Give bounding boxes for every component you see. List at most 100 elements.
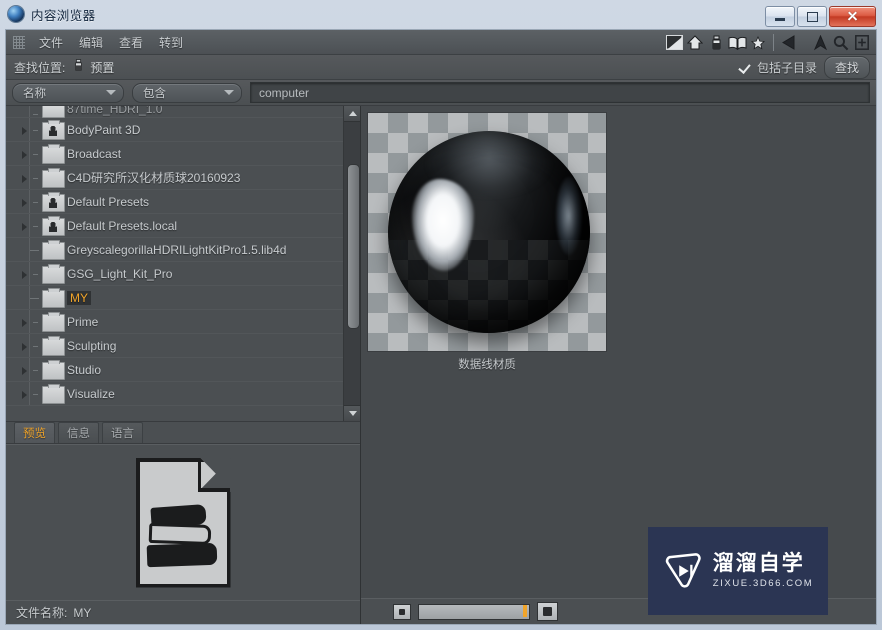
large-square [543, 607, 552, 616]
folder-preset-icon [42, 216, 65, 236]
folder-tree: 87time_HDRI_1.0 BodyPaint 3D Broadcast C… [6, 106, 343, 421]
scroll-down-button[interactable] [344, 405, 360, 421]
menu-view[interactable]: 查看 [111, 32, 151, 53]
sphere-inner-shadow [388, 131, 590, 333]
expand-arrow-icon[interactable] [22, 151, 27, 159]
small-thumbnail-icon[interactable] [393, 603, 411, 620]
edit-pencil-icon[interactable] [664, 33, 684, 53]
drag-grip-icon[interactable] [13, 35, 25, 49]
books-stack [146, 503, 220, 574]
material-sphere-preview[interactable] [367, 112, 607, 352]
tree-guide-line [29, 106, 30, 117]
tree-item-label: Sculpting [67, 338, 117, 353]
tree-dash [33, 154, 38, 155]
expand-arrow-icon[interactable] [22, 127, 27, 135]
field-combo[interactable]: 名称 [12, 82, 124, 103]
page-fold [197, 457, 231, 492]
tree-item-bodypaint3d[interactable]: BodyPaint 3D [6, 118, 343, 142]
expand-arrow-icon[interactable] [22, 367, 27, 375]
search-icon[interactable] [831, 33, 851, 53]
tree-item-87time[interactable]: 87time_HDRI_1.0 [6, 106, 343, 118]
expand-arrow-icon[interactable] [22, 223, 27, 231]
tree-vertical-scrollbar[interactable] [343, 106, 360, 421]
folder-icon [42, 106, 65, 118]
tree-item-label: Broadcast [67, 146, 122, 161]
tree-item-sculpting[interactable]: Sculpting [6, 334, 343, 358]
expand-arrow-icon[interactable] [22, 319, 27, 327]
folder-icon [42, 288, 65, 308]
tree-item-label: C4D研究所汉化材质球20160923 [67, 171, 241, 185]
menu-goto[interactable]: 转到 [151, 32, 191, 53]
window-controls [765, 6, 876, 27]
toolbar [664, 30, 872, 55]
small-square [399, 608, 405, 615]
tree-item-my[interactable]: MY [6, 286, 343, 310]
slider-knob[interactable] [523, 604, 527, 617]
expand-arrow-icon[interactable] [22, 175, 27, 183]
folder-icon [42, 384, 65, 404]
scroll-up-button[interactable] [344, 106, 360, 122]
tab-language[interactable]: 语言 [102, 422, 143, 443]
menu-file[interactable]: 文件 [31, 32, 71, 53]
tree-guide-line [29, 358, 30, 381]
watermark: 溜溜自学 ZIXUE.3D66.COM [648, 527, 828, 615]
tree-dash [33, 178, 38, 179]
search-button[interactable]: 查找 [823, 56, 870, 79]
tab-preview[interactable]: 预览 [14, 422, 55, 443]
minimize-button[interactable] [765, 6, 795, 27]
tree-dash [33, 130, 38, 131]
content-grid[interactable]: 数据线材质 [361, 106, 876, 598]
preset-bottle-icon [73, 58, 84, 77]
tree-item-gsg-light-kit-pro[interactable]: GSG_Light_Kit_Pro [6, 262, 343, 286]
maximize-button[interactable] [797, 6, 827, 27]
thumbnail-item[interactable]: 数据线材质 [367, 112, 607, 372]
folder-icon [42, 312, 65, 332]
tree-item-studio[interactable]: Studio [6, 358, 343, 382]
search-input[interactable]: computer [250, 82, 870, 103]
filter-bar: 名称 包含 computer [6, 80, 876, 106]
scrollbar-thumb[interactable] [347, 164, 360, 329]
tab-info[interactable]: 信息 [58, 422, 99, 443]
tree-dash [33, 346, 38, 347]
library-book-icon[interactable] [727, 33, 747, 53]
tree-item-c4d-research[interactable]: C4D研究所汉化材质球20160923 [6, 166, 343, 190]
tree-item-broadcast[interactable]: Broadcast [6, 142, 343, 166]
back-arrow-icon[interactable] [779, 33, 799, 53]
folder-icon [42, 264, 65, 284]
application-window: 内容浏览器 文件 编辑 查看 转到 查找位置: 预置 包括子目录 查找 名称 包… [0, 0, 882, 630]
preset-bottle-icon[interactable] [706, 33, 726, 53]
tree-item-visualize[interactable]: Visualize [6, 382, 343, 406]
expand-arrow-icon[interactable] [22, 199, 27, 207]
tree-item-prime[interactable]: Prime [6, 310, 343, 334]
menu-edit[interactable]: 编辑 [71, 32, 111, 53]
toolbar-separator [773, 34, 774, 51]
tree-item-label: GSG_Light_Kit_Pro [67, 266, 173, 281]
tree-item-default-presets-local[interactable]: Default Presets.local [6, 214, 343, 238]
favorite-star-icon[interactable] [748, 33, 768, 53]
expand-arrow-icon[interactable] [22, 391, 27, 399]
match-combo[interactable]: 包含 [132, 82, 242, 103]
include-subdirs-checkbox[interactable] [739, 62, 750, 73]
tree-dash [33, 394, 38, 395]
filename-label: 文件名称: [16, 606, 68, 620]
document-books-icon [135, 457, 231, 588]
large-thumbnail-icon[interactable] [537, 602, 558, 621]
expand-arrow-icon[interactable] [22, 343, 27, 351]
play-button-logo [665, 553, 701, 588]
filename-value: MY [73, 605, 92, 620]
info-tabs: 预览 信息 语言 [6, 422, 360, 444]
location-value[interactable]: 预置 [90, 59, 114, 76]
tree-guide-line [29, 262, 30, 285]
expand-arrow-icon[interactable] [22, 271, 27, 279]
thumbnail-size-slider[interactable] [418, 603, 530, 620]
tree-item-label: Studio [67, 362, 102, 377]
watermark-text: 溜溜自学 ZIXUE.3D66.COM [713, 552, 814, 589]
folder-icon [42, 240, 65, 260]
close-button[interactable] [829, 6, 876, 27]
tree-item-default-presets[interactable]: Default Presets [6, 190, 343, 214]
up-arrow-icon[interactable] [810, 33, 830, 53]
tree-item-greyscalegorilla-hdri[interactable]: GreyscalegorillaHDRILightKitPro1.5.lib4d [6, 238, 343, 262]
menubar: 文件 编辑 查看 转到 [6, 30, 876, 55]
home-icon[interactable] [685, 33, 705, 53]
add-panel-icon[interactable] [852, 33, 872, 53]
